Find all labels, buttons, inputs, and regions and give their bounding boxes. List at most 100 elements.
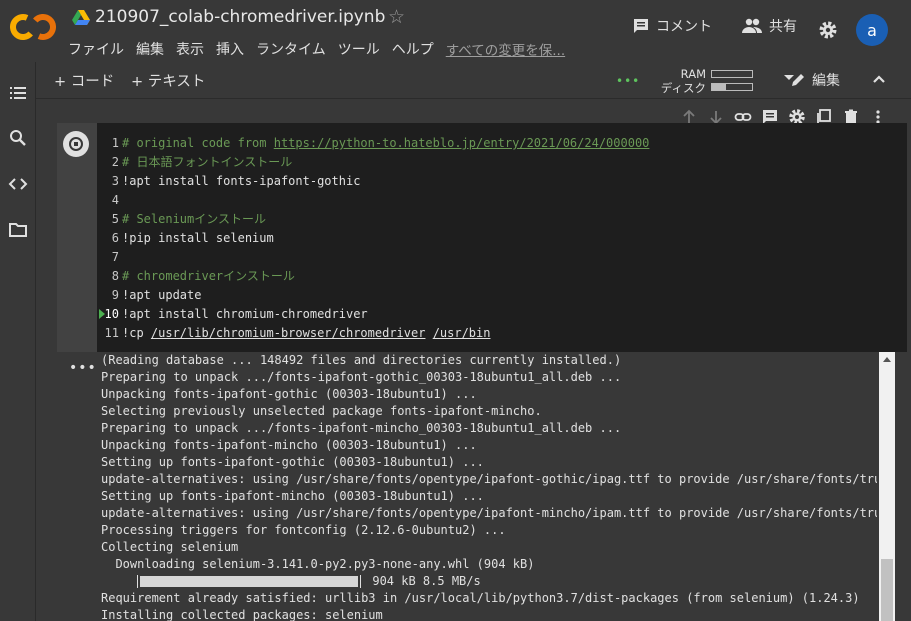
line-number: 11 <box>104 326 119 340</box>
code-line[interactable]: 4 <box>97 191 907 210</box>
user-avatar[interactable]: a <box>856 14 888 46</box>
ram-label: RAM <box>680 67 706 81</box>
app-header: 210907_colab-chromedriver.ipynb ☆ ファイル 編… <box>0 0 911 62</box>
output-line: Selecting previously unselected package … <box>101 404 542 418</box>
notebook-title[interactable]: 210907_colab-chromedriver.ipynb <box>95 7 385 27</box>
menu-file[interactable]: ファイル <box>68 39 124 59</box>
menu-bar: ファイル 編集 表示 挿入 ランタイム ツール ヘルプ すべての変更を保... <box>68 39 565 59</box>
code-snippets-icon[interactable] <box>8 174 28 194</box>
code-path-link[interactable]: /usr/lib/chromium-browser/chromedriver <box>151 326 426 340</box>
current-line-marker-icon <box>99 309 105 319</box>
folder-icon[interactable] <box>8 220 28 240</box>
table-of-contents-icon[interactable] <box>8 83 28 103</box>
code-token: # chromedriverインストール <box>122 269 295 283</box>
code-cell: 1 # original code from https://python-to.… <box>57 123 907 621</box>
code-token: !apt install chromium-chromedriver <box>122 307 368 321</box>
line-number: 6 <box>111 231 119 245</box>
chevron-up-icon[interactable] <box>871 71 887 87</box>
menu-tools[interactable]: ツール <box>338 39 380 59</box>
menu-insert[interactable]: 挿入 <box>216 39 244 59</box>
code-line[interactable]: 9 !apt update <box>97 286 907 305</box>
menu-edit[interactable]: 編集 <box>136 39 164 59</box>
comment-icon <box>634 19 648 33</box>
comment-button[interactable]: コメント <box>632 16 712 36</box>
resource-monitor[interactable]: ••• RAM ディスク <box>616 67 796 95</box>
code-line[interactable]: 10 !apt install chromium-chromedriver <box>97 305 907 324</box>
code-link[interactable]: https://python-to.hateblo.jp/entry/2021/… <box>274 136 650 150</box>
output-line: Downloading selenium-3.141.0-py2.py3-non… <box>101 557 535 571</box>
settings-gear-icon[interactable] <box>818 20 838 40</box>
code-line[interactable]: 11 !cp /usr/lib/chromium-browser/chromedr… <box>97 324 907 343</box>
output-scrollbar[interactable] <box>879 352 895 621</box>
output-menu-icon[interactable]: ••• <box>69 360 97 376</box>
output-line: Installing collected packages: selenium <box>101 608 383 621</box>
add-text-button[interactable]: + テキスト <box>131 70 205 91</box>
share-label: 共有 <box>769 19 797 35</box>
line-number: 7 <box>111 250 119 264</box>
scroll-up-arrow-icon[interactable] <box>883 357 891 362</box>
line-number: 8 <box>111 269 119 283</box>
menu-help[interactable]: ヘルプ <box>392 39 434 59</box>
search-icon[interactable] <box>8 128 28 148</box>
code-token: # Seleniumインストール <box>122 212 267 226</box>
code-token: # 日本語フォントインストール <box>122 155 293 169</box>
line-number: 3 <box>111 174 119 188</box>
code-line[interactable]: 1 # original code from https://python-to.… <box>97 134 907 153</box>
notebook-main: 1 # original code from https://python-to.… <box>36 99 911 621</box>
notebook-toolbar: + コード + テキスト ••• RAM ディスク 編集 <box>36 62 911 99</box>
code-path-link[interactable]: /usr/bin <box>433 326 491 340</box>
add-code-button[interactable]: + コード <box>54 70 114 91</box>
disk-label: ディスク <box>660 81 706 95</box>
disk-usage-bar <box>711 83 753 91</box>
scrollbar-thumb[interactable] <box>881 559 893 621</box>
code-token: !pip install selenium <box>122 231 274 245</box>
code-line[interactable]: 8 # chromedriverインストール <box>97 267 907 286</box>
line-number: 1 <box>111 136 119 150</box>
menu-runtime[interactable]: ランタイム <box>256 39 326 59</box>
share-button[interactable]: 共有 <box>741 16 797 36</box>
code-editor[interactable]: 1 # original code from https://python-to.… <box>97 123 907 352</box>
output-line: Unpacking fonts-ipafont-gothic (00303-18… <box>101 387 477 401</box>
output-line: Setting up fonts-ipafont-mincho (00303-1… <box>101 489 484 503</box>
code-line[interactable]: 3 !apt install fonts-ipafont-gothic <box>97 172 907 191</box>
run-cell-button[interactable] <box>63 131 89 157</box>
code-line[interactable]: 6 !pip install selenium <box>97 229 907 248</box>
output-line: update-alternatives: using /usr/share/fo… <box>101 506 877 520</box>
save-status-link[interactable]: すべての変更を保... <box>446 39 565 59</box>
cell-output: ••• (Reading database ... 148492 files a… <box>57 352 907 621</box>
line-number: 5 <box>111 212 119 226</box>
code-line[interactable]: 7 <box>97 248 907 267</box>
stop-icon <box>69 137 83 151</box>
output-line: Requirement already satisfied: urllib3 i… <box>101 591 860 605</box>
pencil-icon <box>792 74 804 86</box>
code-line[interactable]: 5 # Seleniumインストール <box>97 210 907 229</box>
left-sidebar <box>0 62 36 621</box>
code-line[interactable]: 2 # 日本語フォントインストール <box>97 153 907 172</box>
output-line: Processing triggers for fontconfig (2.12… <box>101 523 506 537</box>
edit-label: 編集 <box>812 73 840 89</box>
output-text: (Reading database ... 148492 files and d… <box>101 352 877 621</box>
download-progress-bar <box>137 575 362 588</box>
progress-indent <box>101 574 137 588</box>
line-number: 4 <box>111 193 119 207</box>
output-line: Collecting selenium <box>101 540 239 554</box>
output-line: (Reading database ... 148492 files and d… <box>101 353 622 367</box>
output-gutter: ••• <box>57 352 97 621</box>
line-number: 2 <box>111 155 119 169</box>
menu-view[interactable]: 表示 <box>176 39 204 59</box>
output-line: Preparing to unpack .../fonts-ipafont-mi… <box>101 421 622 435</box>
people-icon <box>742 18 762 33</box>
output-line: update-alternatives: using /usr/share/fo… <box>101 472 877 486</box>
edit-mode-button[interactable]: 編集 <box>790 70 840 90</box>
star-icon[interactable]: ☆ <box>388 6 405 28</box>
download-progress-line: 904 kB 8.5 MB/s <box>101 573 877 590</box>
progress-text: 904 kB 8.5 MB/s <box>365 574 481 588</box>
output-line: Preparing to unpack .../fonts-ipafont-go… <box>101 370 622 384</box>
output-line: Unpacking fonts-ipafont-mincho (00303-18… <box>101 438 477 452</box>
colab-logo-icon[interactable] <box>10 10 56 44</box>
code-token: !apt install fonts-ipafont-gothic <box>122 174 361 188</box>
google-drive-icon[interactable] <box>72 10 90 26</box>
line-number: 9 <box>111 288 119 302</box>
comment-label: コメント <box>656 19 712 35</box>
